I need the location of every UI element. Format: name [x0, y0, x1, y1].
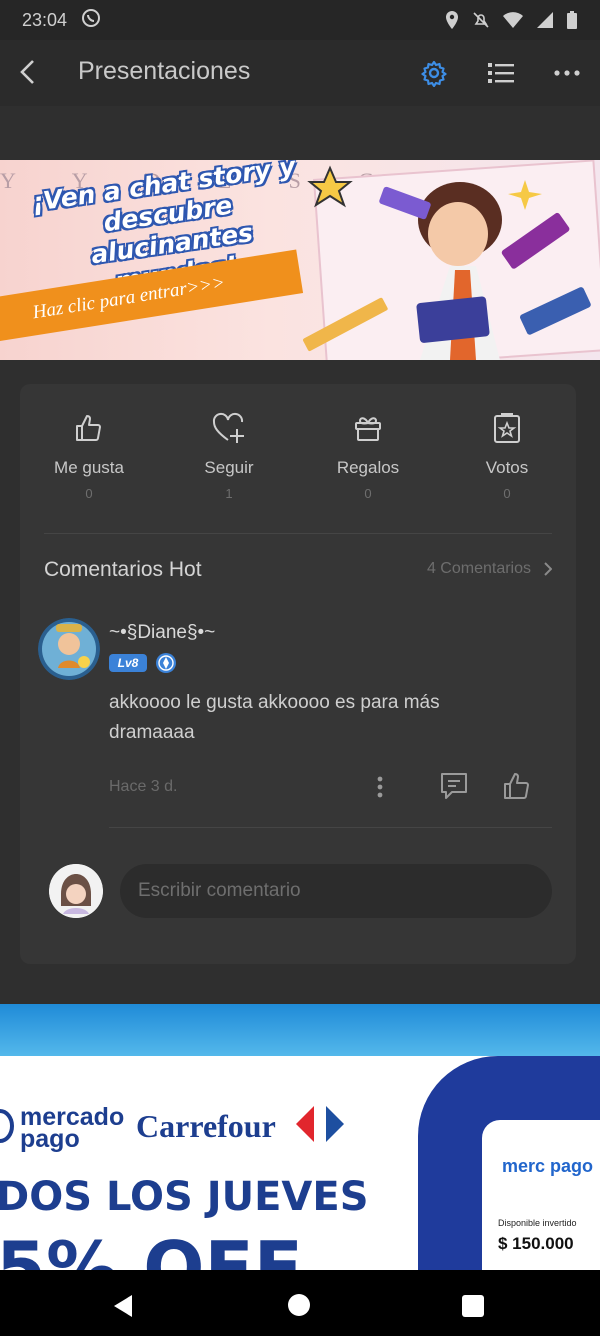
- follow-count: 1: [225, 486, 233, 501]
- reply-button[interactable]: [438, 770, 470, 802]
- location-icon: [444, 10, 460, 30]
- page-title: Presentaciones: [78, 57, 251, 85]
- votes-count: 0: [503, 486, 511, 501]
- level-badge: Lv8: [109, 654, 147, 672]
- carrefour-icon: [296, 1106, 344, 1142]
- settings-button[interactable]: [415, 54, 453, 92]
- phone-brand: merc pago: [502, 1156, 594, 1176]
- vote-star-icon: [494, 413, 520, 443]
- nav-recents-icon[interactable]: [462, 1295, 484, 1317]
- like-label: Me gusta: [54, 458, 124, 477]
- signal-icon: [536, 11, 554, 29]
- thumbs-up-icon: [504, 773, 529, 799]
- gift-icon: [355, 417, 381, 441]
- status-bar: 23:04: [0, 0, 600, 40]
- gifts-count: 0: [364, 486, 372, 501]
- more-horizontal-icon: [554, 70, 580, 76]
- comment-options-button[interactable]: [370, 774, 390, 800]
- comment-like-button[interactable]: [502, 770, 534, 802]
- list-button[interactable]: [482, 54, 520, 92]
- comment-icon: [441, 773, 467, 799]
- more-vertical-icon: [377, 776, 383, 798]
- more-options-button[interactable]: [548, 54, 586, 92]
- gifts-action[interactable]: Regalos 0: [313, 408, 423, 501]
- available-label: Disponible invertido: [498, 1218, 577, 1228]
- gifts-label: Regalos: [336, 458, 400, 477]
- advertisement-banner[interactable]: mercado pago Carrefour DOS LOS JUEVES 5%…: [0, 1004, 600, 1270]
- hot-comments-title: Comentarios Hot: [44, 558, 202, 581]
- current-user-avatar[interactable]: [49, 864, 103, 918]
- comment-timestamp: Hace 3 d.: [109, 778, 178, 795]
- comment-text: akkoooo le gusta akkoooo es para más dra…: [109, 692, 440, 743]
- like-action[interactable]: Me gusta 0: [34, 408, 144, 501]
- back-button[interactable]: [8, 52, 48, 92]
- votes-action[interactable]: Votos 0: [452, 408, 562, 501]
- battery-icon: [566, 10, 578, 30]
- follow-label: Seguir: [204, 458, 254, 477]
- like-count: 0: [85, 486, 93, 501]
- handshake-logo-icon: [0, 1109, 14, 1143]
- nav-back-icon[interactable]: [112, 1294, 134, 1318]
- wifi-icon: [502, 11, 524, 29]
- divider: [44, 533, 552, 534]
- heart-plus-icon: [212, 412, 244, 443]
- commenter-avatar[interactable]: [38, 618, 100, 680]
- chevron-right-icon: [544, 562, 552, 576]
- banner-illustration: [303, 160, 600, 360]
- carrefour-logo: Carrefour: [136, 1108, 276, 1144]
- thumbs-up-icon: [76, 415, 101, 441]
- status-time: 23:04: [22, 9, 68, 30]
- promo-banner[interactable]: Y Y D E S C U B R E E M O C I O ¡Ven a c…: [0, 160, 600, 360]
- verified-badge-icon: [155, 652, 177, 674]
- comment-input[interactable]: [120, 864, 552, 918]
- nav-home-icon[interactable]: [288, 1294, 310, 1316]
- whatsapp-icon: [81, 8, 101, 33]
- gear-icon: [421, 60, 447, 87]
- ad-headline: DOS LOS JUEVES: [0, 1174, 369, 1220]
- interaction-card: Me gusta 0 Seguir 1 Regalos 0 Votos 0 Co…: [20, 384, 576, 964]
- commenter-username[interactable]: ~•§Diane§•~: [109, 622, 215, 644]
- divider: [109, 827, 552, 828]
- mute-icon: [472, 11, 490, 29]
- follow-action[interactable]: Seguir 1: [174, 408, 284, 501]
- mercado-pago-logo: mercado pago: [20, 1103, 125, 1153]
- comments-count-label: 4 Comentarios: [426, 560, 531, 577]
- votes-label: Votos: [485, 458, 529, 477]
- available-value: $ 150.000: [498, 1234, 574, 1253]
- chevron-left-icon: [20, 60, 34, 84]
- ad-discount: 5% OFF: [0, 1226, 303, 1270]
- all-comments-link[interactable]: 4 Comentarios: [427, 560, 552, 578]
- list-icon: [488, 63, 514, 83]
- app-bar: Presentaciones: [0, 40, 600, 106]
